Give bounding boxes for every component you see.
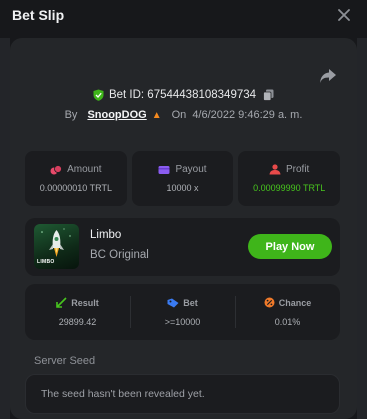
stat-amount-label-row: Amount	[50, 164, 102, 175]
shield-check-icon	[93, 89, 104, 101]
stat-amount-value: 0.00000010 TRTL	[39, 183, 112, 193]
result-column: Result 29899.42	[25, 284, 130, 340]
bet-results: Result 29899.42 Bet >=10000 Chance 0.01%	[25, 284, 340, 340]
bet-stats: Amount 0.00000010 TRTL Payout 10000 x Pr…	[25, 151, 341, 206]
game-thumbnail: LIMBO	[34, 224, 79, 269]
coins-icon	[50, 164, 62, 174]
close-icon	[338, 9, 350, 21]
profit-icon	[269, 164, 281, 175]
stat-amount-label: Amount	[67, 164, 102, 175]
bet-author-row: By SnoopDOG ▲ On 4/6/2022 9:46:29 a. m.	[0, 109, 367, 121]
bet-column: Bet >=10000	[130, 284, 235, 340]
server-seed-text: The seed hasn't been revealed yet.	[41, 388, 205, 400]
modal-header: Bet Slip	[0, 0, 367, 30]
play-now-button[interactable]: Play Now	[248, 234, 332, 259]
game-subtitle: BC Original	[90, 249, 149, 261]
chance-column: Chance 0.01%	[235, 284, 340, 340]
stat-amount: Amount 0.00000010 TRTL	[25, 151, 127, 206]
share-icon[interactable]	[319, 68, 337, 84]
result-icon	[56, 297, 67, 308]
stat-payout: Payout 10000 x	[131, 151, 234, 206]
modal-title: Bet Slip	[12, 7, 65, 23]
percent-icon	[264, 297, 275, 308]
stat-profit-label-row: Profit	[269, 164, 309, 175]
username-link[interactable]: SnoopDOG	[87, 109, 146, 121]
stat-payout-label-row: Payout	[158, 164, 207, 175]
game-card: LIMBO Limbo BC Original Play Now	[25, 218, 340, 276]
game-name: Limbo	[90, 229, 122, 241]
by-label: By	[64, 109, 78, 121]
copy-icon[interactable]	[263, 89, 274, 101]
stat-profit-label: Profit	[286, 164, 310, 175]
bet-label: Bet	[183, 297, 198, 308]
bet-datetime: 4/6/2022 9:46:29 a. m.	[192, 109, 303, 121]
stat-profit: Profit 0.00099990 TRTL	[238, 151, 341, 206]
bet-id: Bet ID: 67544438108349734	[108, 89, 257, 101]
bet-label-row: Bet	[167, 298, 198, 308]
bet-tag-icon	[167, 298, 179, 307]
server-seed-label: Server Seed	[34, 355, 96, 367]
bet-value: >=10000	[164, 316, 201, 327]
stat-payout-value: 10000 x	[166, 183, 199, 193]
result-value: 29899.42	[58, 317, 97, 327]
stat-payout-label: Payout	[175, 164, 207, 175]
chance-value: 0.01%	[274, 317, 301, 327]
bet-id-row: Bet ID: 67544438108349734	[0, 89, 367, 101]
server-seed-field: The seed hasn't been revealed yet.	[25, 374, 340, 414]
chance-label: Chance	[278, 297, 312, 308]
game-thumbnail-label: LIMBO	[37, 259, 55, 265]
stat-profit-value: 0.00099990 TRTL	[253, 183, 326, 193]
wallet-icon	[158, 165, 170, 174]
result-label-row: Result	[56, 297, 99, 308]
result-label: Result	[71, 297, 99, 308]
chance-label-row: Chance	[264, 297, 312, 308]
close-button[interactable]	[333, 4, 355, 26]
on-label: On	[171, 109, 187, 121]
flame-icon: ▲	[151, 109, 162, 121]
